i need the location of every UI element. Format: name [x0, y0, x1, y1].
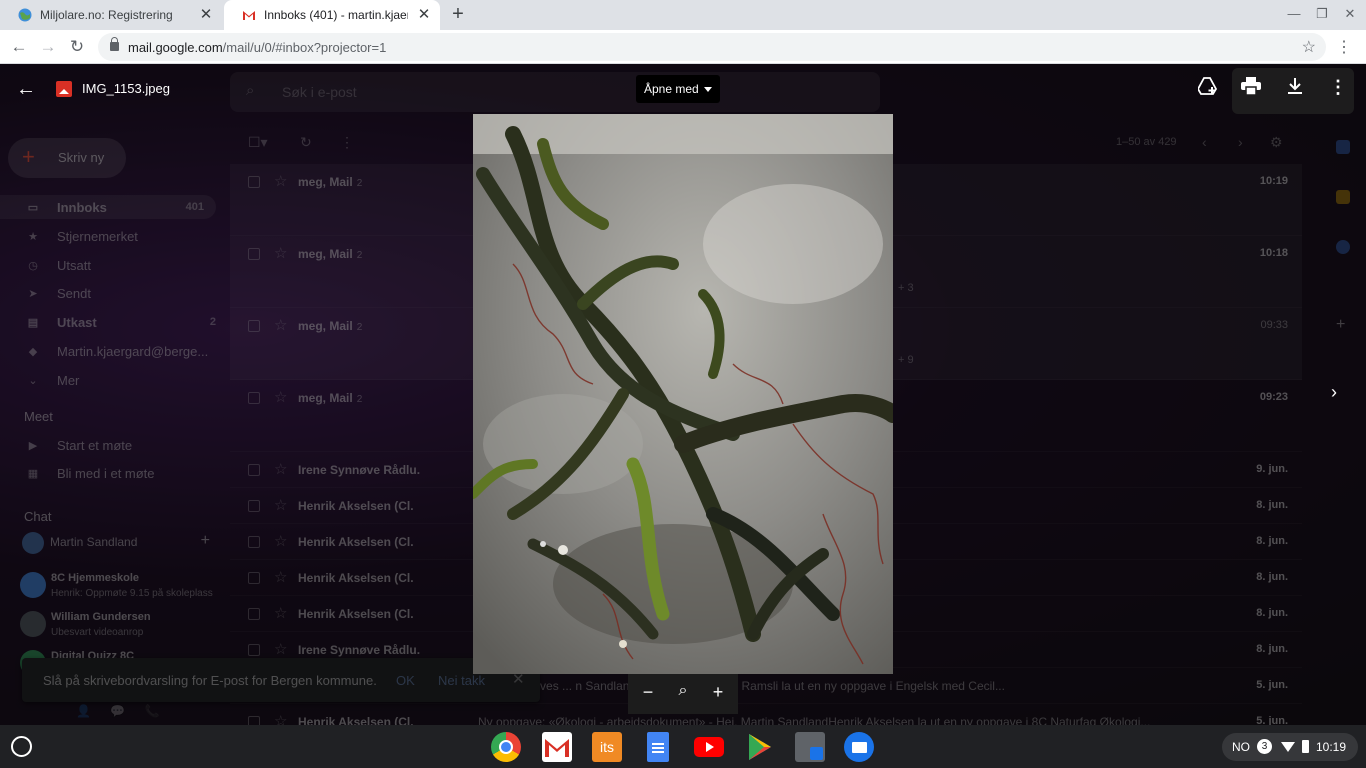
tab-title: Miljolare.no: Registrering — [40, 8, 173, 22]
tab-gmail[interactable]: Innboks (401) - martin.kjaergard ✕ — [224, 0, 440, 30]
open-with-button[interactable]: Åpne med — [636, 75, 720, 103]
launcher-icon[interactable] — [11, 736, 32, 757]
zoom-magnifier-icon[interactable]: ⌕ — [673, 682, 693, 700]
viewer-toolbar: ← IMG_1153.jpeg Åpne med ⋮ — [0, 64, 1366, 114]
gmail-icon[interactable] — [542, 732, 572, 762]
back-arrow-icon[interactable]: ← — [16, 78, 38, 100]
battery-icon — [1302, 740, 1309, 753]
docs-icon[interactable] — [647, 732, 669, 762]
next-image-icon[interactable]: › — [1322, 382, 1346, 406]
tab-title: Innboks (401) - martin.kjaergard — [264, 8, 408, 22]
open-with-label: Åpne med — [644, 82, 699, 96]
os-shelf: its NO 3 10:19 — [0, 725, 1366, 768]
tab-miljolare[interactable]: Miljolare.no: Registrering ✕ — [0, 0, 222, 30]
bookmark-star-icon[interactable]: ☆ — [1302, 37, 1316, 57]
status-tray[interactable]: NO 3 10:19 — [1222, 733, 1358, 761]
close-tab-icon[interactable]: ✕ — [416, 7, 432, 23]
reload-icon[interactable]: ↻ — [66, 36, 88, 58]
restore-icon[interactable]: ❐ — [1312, 6, 1332, 24]
file-name: IMG_1153.jpeg — [82, 81, 170, 96]
caret-down-icon — [704, 87, 712, 92]
close-window-icon[interactable]: ✕ — [1340, 6, 1360, 24]
url-text: mail.google.com/mail/u/0/#inbox?projecto… — [128, 40, 386, 55]
back-icon[interactable]: ← — [8, 36, 30, 58]
url-host: mail.google.com — [128, 40, 223, 55]
zoom-controls: − ⌕ + — [628, 674, 738, 714]
gmail-favicon-icon — [243, 11, 255, 20]
close-tab-icon[interactable]: ✕ — [198, 7, 214, 23]
its-learning-icon[interactable]: its — [592, 732, 622, 762]
more-vert-icon[interactable]: ⋮ — [1325, 77, 1351, 101]
zoom-out-icon[interactable]: − — [638, 682, 658, 703]
new-tab-icon[interactable]: + — [448, 4, 468, 24]
lock-icon — [110, 37, 119, 51]
download-icon[interactable] — [1282, 77, 1308, 101]
add-to-drive-icon[interactable] — [1195, 77, 1221, 101]
chrome-menu-icon[interactable]: ⋮ — [1336, 37, 1352, 57]
url-path: /mail/u/0/#inbox?projector=1 — [222, 40, 387, 55]
files-icon[interactable] — [844, 732, 874, 762]
notification-count-badge: 3 — [1257, 739, 1272, 754]
print-icon[interactable] — [1238, 77, 1264, 101]
browser-toolbar: ← → ↻ mail.google.com/mail/u/0/#inbox?pr… — [0, 30, 1366, 64]
wifi-icon — [1281, 742, 1295, 752]
youtube-icon[interactable] — [694, 737, 724, 757]
minimize-icon[interactable]: — — [1284, 6, 1304, 24]
play-store-icon[interactable] — [744, 732, 774, 762]
tab-strip: Miljolare.no: Registrering ✕ Innboks (40… — [0, 0, 1366, 30]
image-file-icon — [56, 81, 72, 97]
chrome-icon[interactable] — [491, 732, 521, 762]
calculator-icon[interactable] — [795, 732, 825, 762]
zoom-in-icon[interactable]: + — [708, 682, 728, 703]
address-bar[interactable]: mail.google.com/mail/u/0/#inbox?projecto… — [98, 33, 1326, 61]
clock-time: 10:19 — [1316, 740, 1347, 754]
forward-icon[interactable]: → — [37, 36, 59, 58]
image-preview — [473, 114, 893, 674]
globe-favicon-icon — [18, 8, 32, 22]
ime-indicator: NO — [1232, 740, 1250, 754]
